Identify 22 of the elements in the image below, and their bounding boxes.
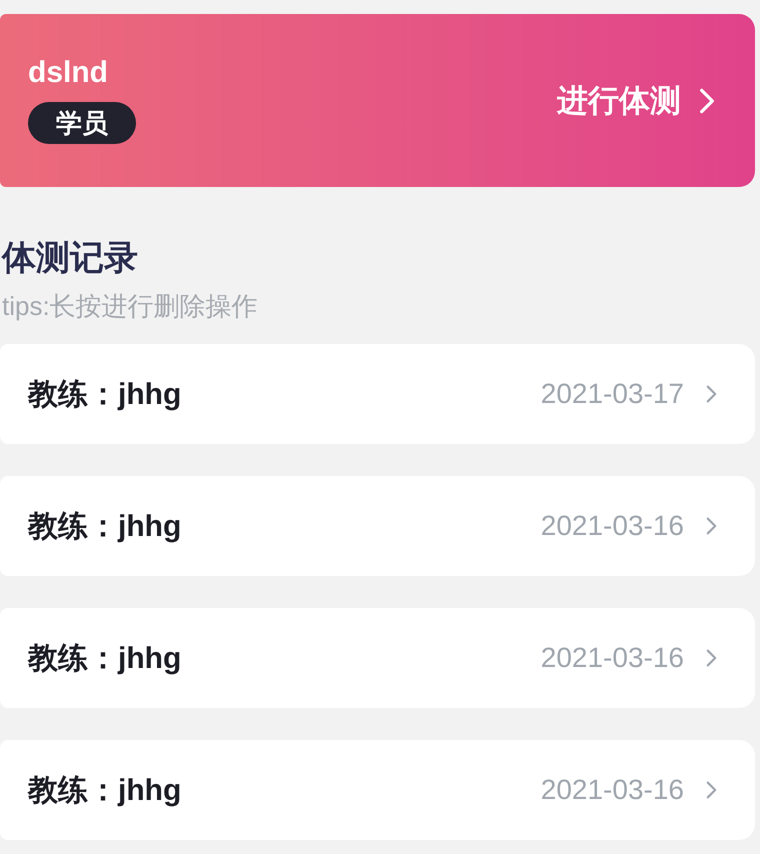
section-title: 体测记录	[2, 238, 139, 279]
coach-label: 教练：jhhg	[28, 772, 182, 808]
chevron-right-icon	[706, 384, 717, 404]
start-test-button[interactable]: 进行体测	[557, 85, 715, 116]
coach-label: 教练：jhhg	[28, 376, 182, 412]
chevron-right-icon	[706, 648, 717, 668]
record-date: 2021-03-16	[540, 641, 684, 675]
record-card[interactable]: 教练：jhhg 2021-03-17	[0, 344, 755, 444]
coach-label: 教练：jhhg	[28, 508, 182, 544]
role-badge: 学员	[28, 102, 136, 144]
chevron-right-icon	[706, 516, 717, 536]
record-card[interactable]: 教练：jhhg 2021-03-16	[0, 740, 755, 840]
record-date: 2021-03-17	[540, 377, 684, 411]
record-card[interactable]: 教练：jhhg 2021-03-16	[0, 476, 755, 576]
user-name: dslnd	[28, 58, 108, 88]
chevron-right-icon	[699, 86, 715, 116]
record-card[interactable]: 教练：jhhg 2021-03-16	[0, 608, 755, 708]
tips-text: tips:长按进行删除操作	[2, 290, 259, 322]
record-date: 2021-03-16	[540, 509, 684, 543]
chevron-right-icon	[706, 780, 717, 800]
coach-label: 教练：jhhg	[28, 640, 182, 676]
record-date: 2021-03-16	[540, 773, 684, 807]
